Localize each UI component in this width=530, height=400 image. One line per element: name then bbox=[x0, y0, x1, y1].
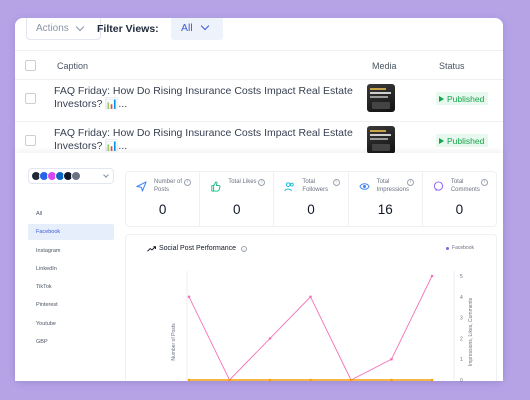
data-point bbox=[268, 337, 272, 340]
data-point bbox=[309, 378, 312, 382]
stat-total-impressions: Total Impressions i 16 bbox=[349, 172, 423, 226]
data-point bbox=[430, 378, 434, 382]
info-icon[interactable]: i bbox=[184, 179, 192, 186]
actions-dropdown[interactable]: Actions bbox=[26, 18, 101, 40]
row-checkbox[interactable] bbox=[25, 135, 36, 146]
filter-views-label: Filter Views: bbox=[97, 23, 159, 35]
comment-icon bbox=[433, 181, 444, 192]
platform-sidebar: All Facebook Instagram LinkedIn TikTok P… bbox=[15, 153, 119, 381]
data-point bbox=[430, 274, 434, 278]
send-icon bbox=[136, 181, 147, 192]
post-caption: FAQ Friday: How Do Rising Insurance Cost… bbox=[54, 127, 353, 152]
status-text: Published bbox=[447, 135, 485, 146]
y2-tick-label: 1 bbox=[460, 357, 463, 363]
filter-views-select[interactable]: All bbox=[171, 18, 223, 40]
stat-value: 0 bbox=[455, 202, 464, 217]
toolbar: Actions Filter Views: All bbox=[15, 18, 503, 42]
column-status: Status bbox=[439, 61, 465, 71]
stat-value: 0 bbox=[307, 202, 315, 217]
filter-value: All bbox=[181, 22, 193, 34]
platform-item-pinterest[interactable]: Pinterest bbox=[28, 297, 114, 313]
data-point bbox=[349, 378, 353, 382]
thumbs-up-icon bbox=[210, 181, 221, 192]
column-caption: Caption bbox=[57, 61, 89, 71]
chevron-down-icon bbox=[103, 172, 109, 178]
platform-item-tiktok[interactable]: TikTok bbox=[28, 279, 114, 295]
status-badge: Published bbox=[436, 92, 489, 105]
social-post-performance-card: Social Post Performance i Facebook 54321… bbox=[125, 234, 497, 382]
analytics-panel: All Facebook Instagram LinkedIn TikTok P… bbox=[15, 153, 503, 382]
status-badge: Published bbox=[436, 134, 489, 147]
stat-total-comments: Total Comments i 0 bbox=[423, 172, 496, 226]
account-selector[interactable] bbox=[28, 168, 114, 184]
info-icon[interactable]: i bbox=[258, 179, 266, 186]
stat-value: 0 bbox=[158, 202, 167, 217]
stat-total-followers: Total Followers i 0 bbox=[274, 172, 349, 226]
y2-axis-label: Impressions, Likes, Comments bbox=[468, 297, 474, 366]
platform-item-facebook[interactable]: Facebook bbox=[28, 224, 114, 240]
data-point bbox=[187, 295, 191, 299]
select-all-checkbox[interactable] bbox=[25, 60, 36, 71]
data-point bbox=[228, 378, 231, 382]
platform-item-all[interactable]: All bbox=[28, 206, 114, 222]
y2-tick-label: 5 bbox=[460, 274, 463, 280]
data-point bbox=[268, 378, 272, 382]
status-text: Published bbox=[447, 93, 485, 104]
users-icon bbox=[284, 181, 295, 192]
play-icon bbox=[439, 137, 444, 144]
data-point bbox=[390, 357, 393, 361]
data-point bbox=[309, 295, 312, 299]
info-icon[interactable]: i bbox=[406, 179, 414, 186]
row-checkbox[interactable] bbox=[25, 93, 36, 104]
line-chart: 5 4 3 2 1 0 Number of Posts Impressions, Likes,… bbox=[171, 271, 474, 382]
stat-value: 16 bbox=[377, 202, 393, 217]
platform-item-youtube[interactable]: Youtube bbox=[28, 316, 114, 332]
y2-tick-label: 4 bbox=[460, 295, 463, 301]
platform-item-gbp[interactable]: GBP bbox=[28, 334, 114, 350]
eye-icon bbox=[359, 181, 370, 192]
stat-total-likes: Total Likes i 0 bbox=[200, 172, 275, 226]
column-media: Media bbox=[372, 61, 397, 71]
info-icon[interactable]: i bbox=[481, 179, 489, 186]
media-thumbnail[interactable] bbox=[367, 84, 395, 112]
actions-label: Actions bbox=[36, 22, 69, 34]
chevron-down-icon bbox=[200, 21, 209, 31]
stats-row: Number of Posts i 0 Total Likes i 0 Tota… bbox=[125, 171, 497, 227]
stat-value: 0 bbox=[233, 202, 241, 217]
post-caption: FAQ Friday: How Do Rising Insurance Cost… bbox=[54, 85, 353, 110]
platform-item-instagram[interactable]: Instagram bbox=[28, 243, 114, 259]
y-axis-label: Number of Posts bbox=[171, 323, 177, 361]
play-icon bbox=[439, 95, 444, 102]
stat-number-of-posts: Number of Posts i 0 bbox=[126, 172, 201, 226]
avatar bbox=[71, 171, 81, 181]
y2-tick-label: 2 bbox=[460, 336, 463, 342]
info-icon[interactable]: i bbox=[332, 179, 340, 186]
data-point bbox=[187, 378, 191, 382]
data-point bbox=[390, 378, 393, 382]
media-thumbnail[interactable] bbox=[367, 126, 395, 154]
series-line bbox=[188, 275, 433, 381]
y2-tick-label: 0 bbox=[460, 378, 463, 382]
y2-tick-label: 3 bbox=[460, 316, 463, 322]
platform-item-linkedin[interactable]: LinkedIn bbox=[28, 261, 114, 277]
table-header: Caption Media Status bbox=[15, 50, 503, 80]
chevron-down-icon bbox=[75, 22, 85, 31]
table-row[interactable]: FAQ Friday: How Do Rising Insurance Cost… bbox=[15, 80, 503, 122]
